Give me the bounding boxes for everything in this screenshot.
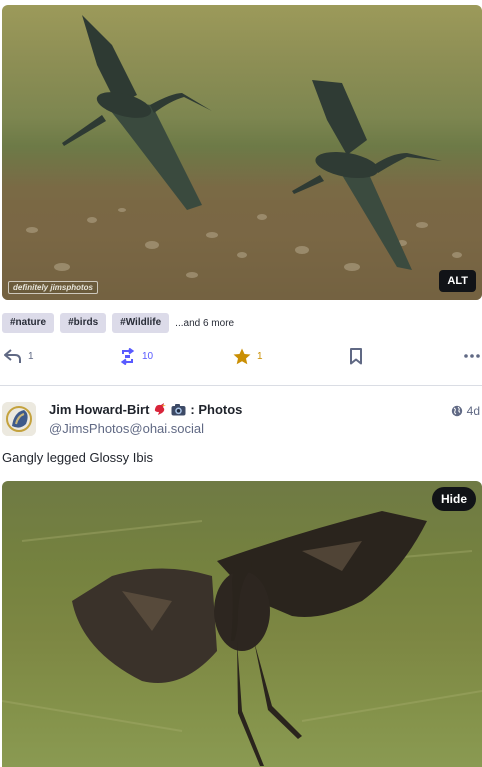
bookmark-icon (350, 347, 362, 364)
post-author[interactable]: Jim Howard-Birt : Photos @JimsPhotos@oha… (49, 402, 242, 436)
avatar-image (2, 402, 36, 436)
avatar[interactable] (2, 402, 36, 436)
star-icon (233, 348, 251, 364)
hashtag-bar: #nature #birds #Wildlife ...and 6 more (2, 313, 234, 333)
favourite-count: 1 (257, 350, 263, 362)
ibis-pair-photo (2, 15, 482, 300)
post-divider (0, 385, 482, 386)
more-options-button[interactable] (464, 344, 480, 368)
post-timestamp: 4d (466, 404, 480, 418)
author-name-suffix: : Photos (190, 402, 243, 417)
alt-button[interactable]: ALT (439, 270, 476, 292)
post-media-image[interactable]: definitely jimsphotos ALT (2, 5, 482, 300)
camera-icon (171, 404, 186, 416)
post-media-image-2[interactable]: Hide (2, 481, 482, 767)
globe-icon (451, 405, 462, 417)
bookmark-button[interactable] (349, 344, 363, 368)
post-text: Gangly legged Glossy Ibis (2, 450, 154, 465)
reply-button[interactable]: 1 (4, 344, 34, 368)
author-display-name: Jim Howard-Birt : Photos (49, 402, 242, 417)
more-hashtags-link[interactable]: ...and 6 more (175, 318, 234, 329)
red-bird-icon (155, 403, 167, 415)
boost-icon (120, 347, 135, 365)
favourite-button[interactable]: 1 (233, 344, 263, 368)
hashtag-birds[interactable]: #birds (60, 313, 107, 333)
reply-count: 1 (28, 350, 34, 362)
hashtag-wildlife[interactable]: #Wildlife (112, 313, 170, 333)
boost-button[interactable]: 10 (119, 344, 153, 368)
author-handle: @JimsPhotos@ohai.social (49, 421, 205, 436)
author-name-text: Jim Howard-Birt (49, 402, 150, 417)
boost-count: 10 (142, 350, 154, 362)
watermark: definitely jimsphotos (8, 281, 99, 294)
post-meta[interactable]: 4d (451, 404, 480, 418)
ibis-landing-photo (2, 511, 482, 766)
post-action-bar: 1 10 1 (0, 344, 482, 368)
reply-icon (4, 349, 21, 363)
hashtag-nature[interactable]: #nature (2, 313, 55, 333)
hide-media-button[interactable]: Hide (431, 487, 476, 511)
ellipsis-icon (464, 354, 480, 358)
